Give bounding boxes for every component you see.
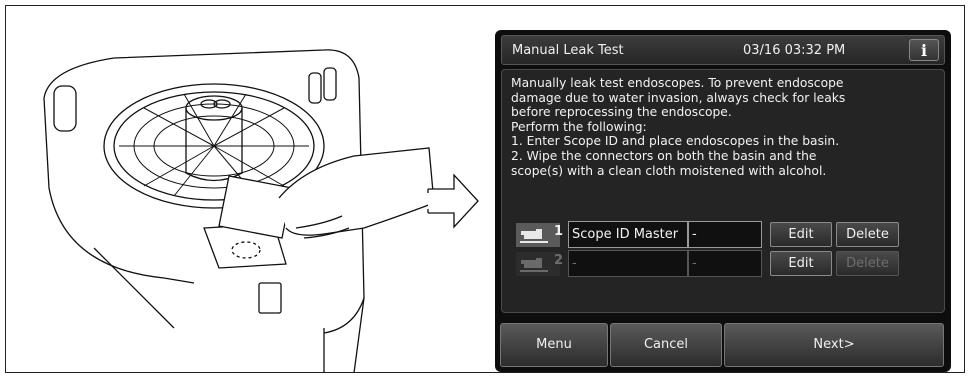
navigation-bar: Menu Cancel Next> (495, 319, 951, 372)
info-icon[interactable]: i (909, 39, 939, 61)
scope-id-field[interactable]: Scope ID Master (568, 221, 688, 248)
instruction-line: Manually leak test endoscopes. To preven… (511, 76, 844, 90)
instruction-text: Manually leak test endoscopes. To preven… (511, 76, 941, 178)
instruction-line: damage due to water invasion, always che… (511, 90, 846, 105)
delete-button[interactable]: Delete (836, 222, 899, 247)
figure-frame: Manual Leak Test 03/16 03:32 PM i Manual… (5, 5, 965, 373)
edit-button[interactable]: Edit (770, 251, 832, 276)
instruction-line: 2. Wipe the connectors on both the basin… (511, 148, 817, 163)
scope-row-2: 2 - - Edit Delete (516, 250, 936, 277)
scope-id-field[interactable]: - (568, 250, 688, 277)
screen-title: Manual Leak Test (512, 43, 624, 58)
scope-value-field[interactable]: - (688, 250, 762, 277)
instruction-line: before reprocessing the endoscope. (511, 105, 732, 120)
edit-button[interactable]: Edit (770, 222, 832, 247)
touch-screen: Manual Leak Test 03/16 03:32 PM i Manual… (495, 30, 951, 372)
menu-button[interactable]: Menu (500, 323, 608, 367)
arrow-right-icon (427, 173, 479, 229)
date-time: 03/16 03:32 PM (743, 43, 846, 58)
cancel-button[interactable]: Cancel (610, 323, 722, 367)
delete-button[interactable]: Delete (836, 251, 899, 276)
scope-value-field[interactable]: - (688, 221, 762, 248)
content-panel: Manually leak test endoscopes. To preven… (501, 69, 945, 313)
scope-row-1: 1 Scope ID Master - Edit Delete (516, 221, 936, 248)
instruction-line: 1. Enter Scope ID and place endoscopes i… (511, 134, 840, 149)
scope-number: 1 (554, 224, 564, 239)
reprocessor-illustration (43, 49, 435, 373)
instruction-line: scope(s) with a clean cloth moistened wi… (511, 163, 827, 178)
next-button[interactable]: Next> (724, 323, 944, 367)
instruction-line: Perform the following: (511, 119, 647, 134)
title-bar: Manual Leak Test 03/16 03:32 PM i (501, 35, 945, 65)
scope-number: 2 (554, 253, 564, 268)
